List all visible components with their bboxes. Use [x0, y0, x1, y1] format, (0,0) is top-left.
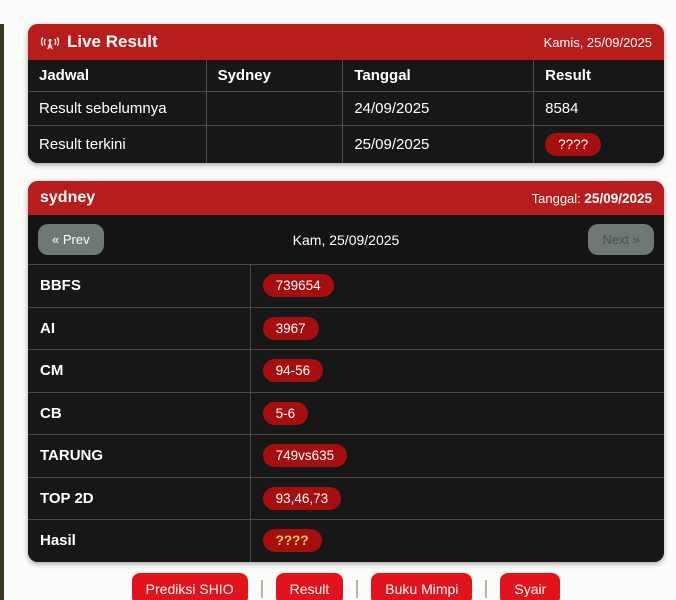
page-left-border — [0, 24, 4, 600]
row-label: Hasil — [28, 520, 251, 562]
sydney-card-header: sydney Tanggal: 25/09/2025 — [28, 181, 664, 215]
row-label: TOP 2D — [28, 478, 251, 520]
prediction-row-cb: CB 5-6 — [28, 392, 664, 435]
tanggal-value: 25/09/2025 — [584, 191, 652, 206]
row-label: CM — [28, 350, 251, 392]
cell-tanggal: 25/09/2025 — [343, 126, 534, 164]
prediction-row-bbfs: BBFS 739654 — [28, 264, 664, 307]
prediksi-shio-button[interactable]: Prediksi SHIO — [132, 573, 248, 600]
live-result-title: Live Result — [67, 32, 158, 52]
buku-mimpi-button[interactable]: Buku Mimpi — [371, 573, 472, 600]
nav-current-date: Kam, 25/09/2025 — [104, 232, 589, 248]
value-badge: 3967 — [263, 317, 319, 340]
column-header-result: Result — [534, 60, 664, 92]
column-header-jadwal: Jadwal — [28, 60, 206, 92]
cell-sydney — [206, 126, 343, 164]
live-result-table: Jadwal Sydney Tanggal Result Result sebe… — [28, 60, 664, 163]
sydney-title: sydney — [40, 189, 95, 207]
value-badge: 94-56 — [263, 359, 324, 382]
live-result-header: Live Result Kamis, 25/09/2025 — [28, 24, 664, 60]
cell-tanggal: 24/09/2025 — [343, 92, 534, 126]
column-header-tanggal: Tanggal — [343, 60, 534, 92]
prediction-row-ai: AI 3967 — [28, 307, 664, 350]
footer-links: Prediksi SHIO Result Buku Mimpi Syair — [28, 573, 664, 600]
prediction-row-top2d: TOP 2D 93,46,73 — [28, 477, 664, 520]
sydney-prediction-card: sydney Tanggal: 25/09/2025 « Prev Kam, 2… — [28, 181, 664, 562]
cell-result: 8584 — [534, 92, 664, 126]
table-row-previous-result: Result sebelumnya 24/09/2025 8584 — [28, 92, 664, 126]
prediction-row-tarung: TARUNG 749vs635 — [28, 434, 664, 477]
main-content: Live Result Kamis, 25/09/2025 Jadwal Syd… — [28, 24, 664, 600]
row-label: CB — [28, 393, 251, 435]
table-row-current-result: Result terkini 25/09/2025 ???? — [28, 126, 664, 164]
value-badge: 5-6 — [263, 402, 309, 425]
prediction-row-cm: CM 94-56 — [28, 349, 664, 392]
cell-jadwal: Result terkini — [28, 126, 206, 164]
cell-jadwal: Result sebelumnya — [28, 92, 206, 126]
cell-result: ???? — [534, 126, 664, 164]
cell-sydney — [206, 92, 343, 126]
sydney-date: Tanggal: 25/09/2025 — [532, 191, 652, 206]
row-label: TARUNG — [28, 435, 251, 477]
pending-value-badge: ???? — [263, 529, 322, 552]
live-result-date: Kamis, 25/09/2025 — [544, 35, 652, 50]
pending-result-badge: ???? — [545, 133, 601, 156]
result-button[interactable]: Result — [276, 573, 344, 600]
separator — [485, 580, 487, 598]
tanggal-label: Tanggal: — [532, 191, 581, 206]
row-label: BBFS — [28, 265, 251, 307]
value-badge: 93,46,73 — [263, 487, 342, 510]
syair-button[interactable]: Syair — [500, 573, 560, 600]
broadcast-icon — [40, 34, 60, 50]
prediction-row-hasil: Hasil ???? — [28, 519, 664, 562]
value-badge: 749vs635 — [263, 444, 348, 467]
prev-button[interactable]: « Prev — [38, 224, 104, 255]
date-navigation-bar: « Prev Kam, 25/09/2025 Next » — [28, 215, 664, 264]
next-button[interactable]: Next » — [588, 224, 654, 255]
separator — [261, 580, 263, 598]
separator — [356, 580, 358, 598]
value-badge: 739654 — [263, 274, 334, 297]
row-label: AI — [28, 308, 251, 350]
live-result-card: Live Result Kamis, 25/09/2025 Jadwal Syd… — [28, 24, 664, 163]
live-table-header-row: Jadwal Sydney Tanggal Result — [28, 60, 664, 92]
column-header-sydney: Sydney — [206, 60, 343, 92]
